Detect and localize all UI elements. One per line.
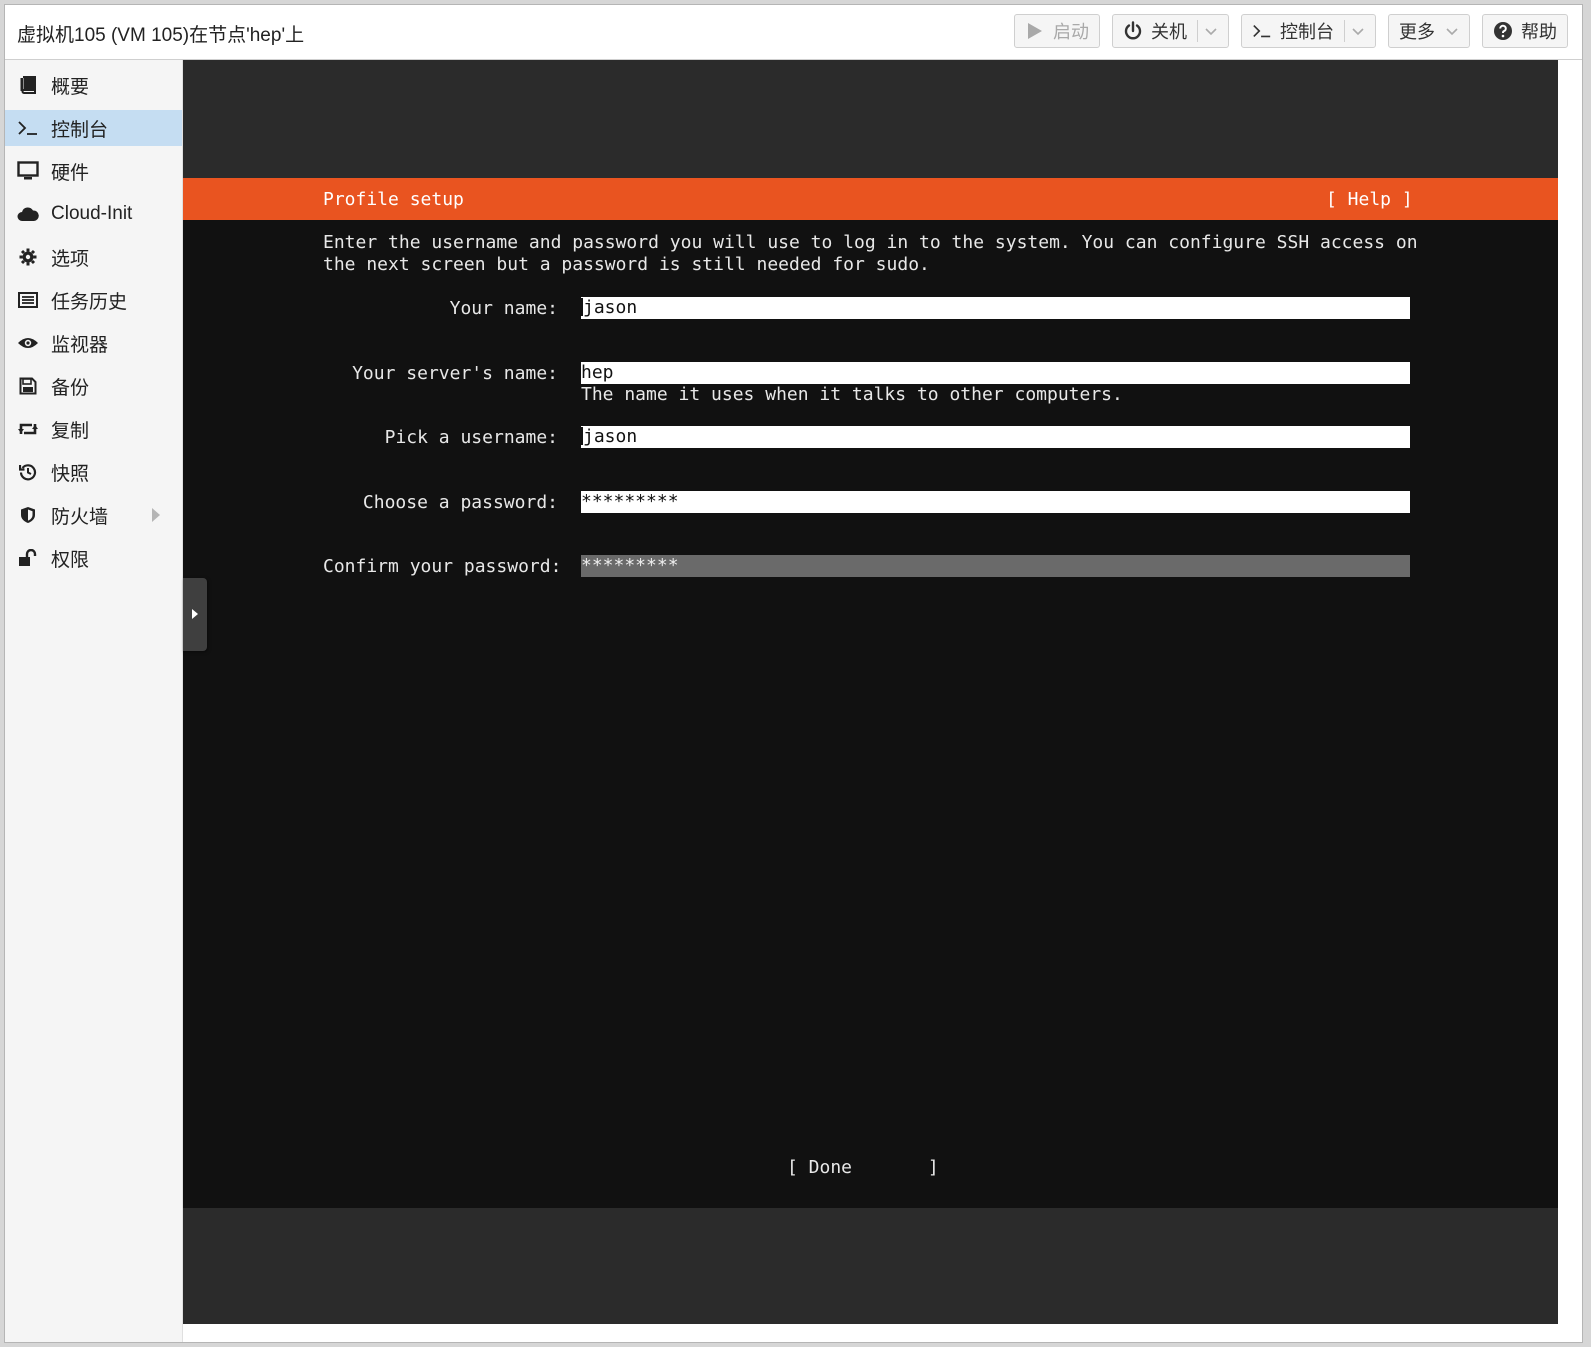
play-icon	[1025, 21, 1045, 41]
server-name-input[interactable]: hep	[581, 362, 1410, 384]
installer-intro: Enter the username and password you will…	[323, 232, 1418, 275]
help-button-label: 帮助	[1521, 22, 1557, 42]
submenu-arrow-icon	[152, 508, 160, 522]
eye-icon	[17, 332, 39, 354]
sidebar-item-monitor[interactable]: 监视器	[5, 325, 182, 361]
sidebar-item-label: 快照	[51, 463, 90, 485]
chevron-down-icon	[1445, 24, 1459, 38]
sidebar-item-summary[interactable]: 概要	[5, 67, 182, 103]
history-icon	[17, 461, 39, 483]
sidebar: 概要 控制台 硬件 Cloud-Init 选项 任务历史 监视器 备份 复制 快…	[5, 60, 183, 1342]
sidebar-item-permissions[interactable]: 权限	[5, 540, 182, 576]
server-name-label: Your server's name:	[352, 363, 558, 384]
cloud-icon	[17, 203, 39, 225]
your-name-input[interactable]: jason	[581, 297, 1410, 319]
more-button[interactable]: 更多	[1388, 14, 1470, 48]
sidebar-item-task-history[interactable]: 任务历史	[5, 282, 182, 318]
terminal-icon	[17, 117, 39, 139]
confirm-password-label: Confirm your password:	[323, 556, 562, 577]
installer-header: Profile setup [ Help ]	[183, 178, 1560, 220]
start-button-label: 启动	[1053, 22, 1089, 42]
list-icon	[17, 289, 39, 311]
sidebar-item-label: 备份	[51, 377, 90, 399]
sidebar-item-label: 概要	[51, 76, 90, 98]
sidebar-item-label: 监视器	[51, 334, 109, 356]
vm-window: 虚拟机105 (VM 105)在节点'hep'上 启动 关机 控制台 更多 帮助…	[4, 4, 1583, 1343]
page-title: 虚拟机105 (VM 105)在节点'hep'上	[17, 25, 305, 46]
sidebar-item-label: 权限	[51, 549, 90, 571]
sidebar-item-replication[interactable]: 复制	[5, 411, 182, 447]
console-toolbar-toggle[interactable]	[183, 578, 207, 651]
shutdown-button-label: 关机	[1151, 22, 1187, 42]
toolbar: 启动 关机 控制台 更多 帮助	[1014, 14, 1568, 48]
chevron-down-icon[interactable]	[1351, 24, 1365, 38]
sidebar-item-cloud-init[interactable]: Cloud-Init	[5, 196, 182, 232]
console-button-label: 控制台	[1280, 22, 1334, 42]
sidebar-item-label: 硬件	[51, 162, 90, 184]
more-button-label: 更多	[1399, 22, 1435, 42]
unlock-icon	[17, 547, 39, 569]
sidebar-item-label: 任务历史	[51, 291, 128, 313]
sidebar-item-label: 选项	[51, 248, 90, 270]
installer-help-button[interactable]: [ Help ]	[1326, 189, 1413, 210]
sidebar-item-options[interactable]: 选项	[5, 239, 182, 275]
sidebar-item-firewall[interactable]: 防火墙	[5, 497, 182, 533]
done-button[interactable]: [ Done ]	[787, 1157, 939, 1178]
floppy-icon	[17, 375, 39, 397]
sidebar-item-label: 防火墙	[51, 506, 109, 528]
sidebar-item-label: 控制台	[51, 119, 109, 141]
shield-icon	[17, 504, 39, 526]
bottom-margin	[183, 1324, 1582, 1342]
terminal-icon	[1252, 21, 1272, 41]
question-circle-icon	[1493, 21, 1513, 41]
sidebar-item-snapshot[interactable]: 快照	[5, 454, 182, 490]
installer-title: Profile setup	[323, 189, 464, 210]
password-label: Choose a password:	[362, 492, 558, 513]
sidebar-item-backup[interactable]: 备份	[5, 368, 182, 404]
chevron-down-icon[interactable]	[1204, 24, 1218, 38]
gear-icon	[17, 246, 39, 268]
retweet-icon	[17, 418, 39, 440]
right-margin	[1558, 60, 1582, 1342]
start-button[interactable]: 启动	[1014, 14, 1100, 48]
sidebar-item-hardware[interactable]: 硬件	[5, 153, 182, 189]
sidebar-item-console[interactable]: 控制台	[5, 110, 182, 146]
username-label: Pick a username:	[384, 427, 558, 448]
username-input[interactable]: jason	[581, 426, 1410, 448]
sidebar-item-label: 复制	[51, 420, 90, 442]
header-bar: 虚拟机105 (VM 105)在节点'hep'上 启动 关机 控制台 更多 帮助	[5, 5, 1582, 60]
sidebar-item-label: Cloud-Init	[51, 203, 133, 224]
console-viewport[interactable]: Profile setup [ Help ] Enter the usernam…	[183, 60, 1560, 1324]
terminal-screen[interactable]: Profile setup [ Help ] Enter the usernam…	[183, 178, 1560, 1208]
shutdown-button[interactable]: 关机	[1112, 14, 1229, 48]
power-icon	[1123, 21, 1143, 41]
help-button[interactable]: 帮助	[1482, 14, 1568, 48]
console-button[interactable]: 控制台	[1241, 14, 1376, 48]
caret-right-icon	[192, 609, 198, 619]
your-name-label: Your name:	[449, 298, 558, 319]
server-name-hint: The name it uses when it talks to other …	[581, 384, 1123, 405]
confirm-password-input[interactable]: *********	[581, 555, 1410, 577]
password-input[interactable]: *********	[581, 491, 1410, 513]
monitor-icon	[17, 160, 39, 182]
book-icon	[17, 74, 39, 96]
